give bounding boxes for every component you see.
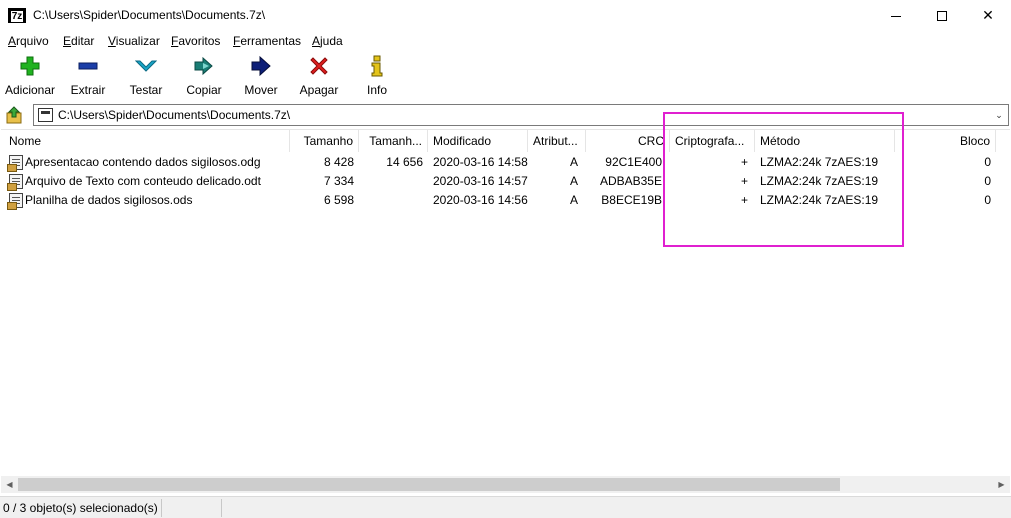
- add-button[interactable]: Adicionar: [3, 55, 57, 99]
- app-7zip-icon: 7z: [8, 8, 26, 23]
- column-name[interactable]: Nome: [1, 130, 290, 152]
- selection-status: 0 / 3 objeto(s) selecionado(s): [3, 501, 158, 515]
- copy-arrow-icon: [194, 56, 213, 76]
- file-method: LZMA2:24k 7zAES:19: [760, 193, 879, 207]
- file-encrypted: +: [740, 155, 748, 169]
- status-bar: 0 / 3 objeto(s) selecionado(s): [0, 496, 1011, 518]
- info-label: Info: [366, 83, 387, 97]
- file-size: 6 598: [323, 193, 354, 207]
- file-encrypted: +: [740, 193, 748, 207]
- file-modified: 2020-03-16 14:58: [433, 155, 528, 169]
- file-modified: 2020-03-16 14:57: [433, 174, 528, 188]
- menu-ferramentas[interactable]: Ferramentas: [233, 34, 301, 49]
- address-input[interactable]: C:\Users\Spider\Documents\Documents.7z\ …: [33, 104, 1009, 126]
- file-crc: ADBAB35E: [599, 174, 662, 188]
- status-divider: [221, 499, 222, 517]
- column-block[interactable]: Bloco: [895, 130, 996, 152]
- file-attributes: A: [569, 155, 578, 169]
- column-modified[interactable]: Modificado: [428, 130, 528, 152]
- copy-button[interactable]: Copiar: [184, 55, 224, 99]
- menu-favoritos[interactable]: Favoritos: [171, 34, 220, 49]
- file-list[interactable]: Nome Tamanho Tamanh... Modificado Atribu…: [1, 129, 1010, 493]
- close-button[interactable]: ✕: [965, 0, 1011, 31]
- folder-up-icon[interactable]: [5, 105, 25, 125]
- file-name: Arquivo de Texto com conteudo delicado.o…: [25, 174, 261, 188]
- address-bar: C:\Users\Spider\Documents\Documents.7z\ …: [0, 102, 1011, 128]
- info-button[interactable]: Info: [364, 55, 390, 99]
- chevron-down-icon[interactable]: ⌄: [993, 108, 1005, 122]
- minus-icon: [78, 62, 98, 70]
- scrollbar-thumb[interactable]: [18, 478, 840, 491]
- scroll-left-icon[interactable]: ◀: [1, 476, 18, 493]
- menu-editar[interactable]: Editar: [63, 34, 94, 49]
- table-row[interactable]: Planilha de dados sigilosos.ods 6 598 20…: [1, 191, 1010, 210]
- scroll-right-icon[interactable]: ▶: [993, 476, 1010, 493]
- address-path: C:\Users\Spider\Documents\Documents.7z\: [58, 108, 291, 122]
- file-encrypted: +: [740, 174, 748, 188]
- delete-x-icon: [310, 57, 328, 75]
- column-encrypted[interactable]: Criptografa...: [670, 130, 755, 152]
- column-attributes[interactable]: Atribut...: [528, 130, 586, 152]
- horizontal-scrollbar[interactable]: ◀ ▶: [1, 476, 1010, 493]
- delete-button[interactable]: Apagar: [298, 55, 340, 99]
- close-icon: ✕: [982, 7, 994, 23]
- window-title: C:\Users\Spider\Documents\Documents.7z\: [33, 8, 266, 22]
- title-bar: 7z C:\Users\Spider\Documents\Documents.7…: [0, 0, 1011, 31]
- column-crc[interactable]: CRC: [586, 130, 670, 152]
- file-packed-size: 14 656: [386, 155, 423, 169]
- column-size[interactable]: Tamanho: [290, 130, 359, 152]
- file-block: 0: [984, 193, 991, 207]
- plus-icon: [20, 56, 40, 76]
- test-button[interactable]: Testar: [127, 55, 165, 99]
- menu-bar: Arquivo Editar Visualizar Favoritos Ferr…: [0, 31, 1011, 51]
- toolbar: Adicionar Extrair Testar Copiar Mover Ap…: [0, 51, 1011, 100]
- file-crc: 92C1E400: [605, 155, 662, 169]
- table-row[interactable]: Apresentacao contendo dados sigilosos.od…: [1, 153, 1010, 172]
- file-packed-size: [359, 172, 428, 191]
- file-method: LZMA2:24k 7zAES:19: [760, 155, 879, 169]
- app-icon-text: 7z: [10, 11, 24, 22]
- file-attributes: A: [569, 193, 578, 207]
- file-rows: Apresentacao contendo dados sigilosos.od…: [1, 153, 1010, 210]
- maximize-icon: [937, 11, 947, 22]
- extract-label: Extrair: [70, 83, 106, 97]
- delete-label: Apagar: [299, 83, 339, 97]
- status-divider: [161, 499, 162, 517]
- archive-icon: [38, 108, 53, 122]
- file-size: 7 334: [323, 174, 354, 188]
- file-block: 0: [984, 155, 991, 169]
- file-name: Planilha de dados sigilosos.ods: [25, 193, 193, 207]
- copy-label: Copiar: [186, 83, 222, 97]
- column-method[interactable]: Método: [755, 130, 895, 152]
- file-size: 8 428: [323, 155, 354, 169]
- menu-visualizar[interactable]: Visualizar: [108, 34, 160, 49]
- file-name: Apresentacao contendo dados sigilosos.od…: [25, 155, 261, 169]
- info-icon: [371, 55, 383, 77]
- check-chevron-icon: [135, 60, 157, 72]
- file-modified: 2020-03-16 14:56: [433, 193, 528, 207]
- move-arrow-icon: [251, 55, 271, 77]
- test-label: Testar: [129, 83, 163, 97]
- extract-button[interactable]: Extrair: [68, 55, 108, 99]
- file-block: 0: [984, 174, 991, 188]
- file-packed-size: [359, 191, 428, 210]
- file-method: LZMA2:24k 7zAES:19: [760, 174, 879, 188]
- column-packed-size[interactable]: Tamanh...: [359, 130, 428, 152]
- move-label: Mover: [244, 83, 278, 97]
- menu-arquivo[interactable]: Arquivo: [8, 34, 49, 49]
- column-header: Nome Tamanho Tamanh... Modificado Atribu…: [1, 130, 1010, 152]
- add-label: Adicionar: [4, 83, 56, 97]
- file-crc: B8ECE19B: [601, 193, 662, 207]
- table-row[interactable]: Arquivo de Texto com conteudo delicado.o…: [1, 172, 1010, 191]
- maximize-button[interactable]: [919, 0, 965, 31]
- menu-ajuda[interactable]: Ajuda: [312, 34, 343, 49]
- file-attributes: A: [569, 174, 578, 188]
- minimize-button[interactable]: [873, 0, 919, 31]
- minimize-icon: [891, 15, 901, 17]
- move-button[interactable]: Mover: [242, 55, 280, 99]
